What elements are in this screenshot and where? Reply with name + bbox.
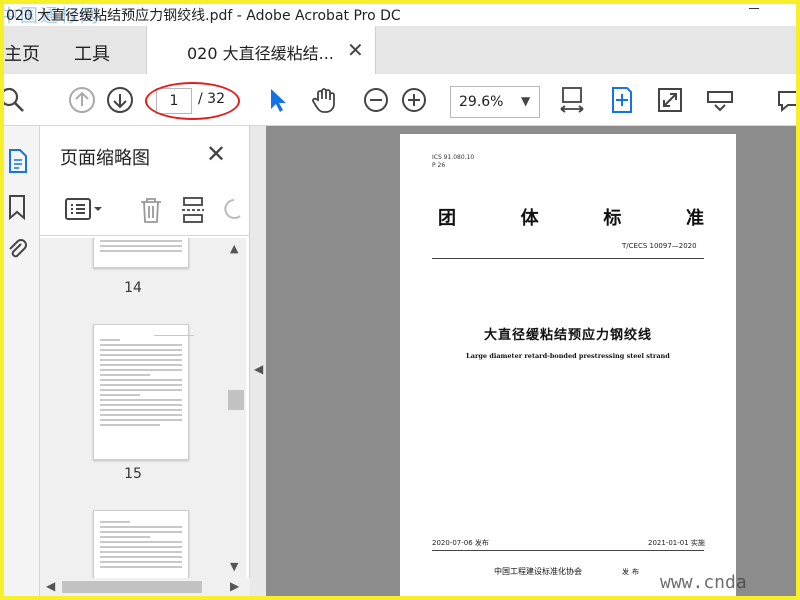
thumbnail-label: 14: [124, 280, 142, 296]
previous-page-icon[interactable]: [68, 86, 96, 114]
search-icon[interactable]: [4, 86, 26, 114]
scrollbar-thumb[interactable]: [228, 390, 244, 410]
divider: [432, 550, 704, 551]
scroll-right-icon[interactable]: ▶: [230, 579, 239, 593]
extract-page-icon[interactable]: [180, 196, 206, 224]
full-screen-icon[interactable]: [656, 86, 684, 114]
scroll-down-icon[interactable]: ▼: [230, 560, 238, 573]
chevron-down-icon: ▼: [521, 94, 531, 108]
tab-bar: 主页 工具 020 大直径缓粘结... ✕: [4, 26, 796, 74]
zoom-value: 29.6%: [459, 94, 504, 110]
fit-width-icon[interactable]: [558, 86, 586, 114]
zoom-in-icon[interactable]: [400, 86, 428, 114]
heading-char: 体: [520, 208, 539, 229]
thumbnail-label: 15: [124, 466, 142, 482]
standard-name-en: Large diameter retard-bonded prestressin…: [466, 352, 670, 360]
minimize-button[interactable]: [749, 8, 759, 9]
zoom-select[interactable]: 29.6% ▼: [450, 86, 540, 118]
tab-close-icon[interactable]: ✕: [347, 38, 364, 62]
highlight-annotation: [145, 82, 240, 120]
standard-name-cn: 大直径缓粘结预应力钢绞线: [483, 328, 652, 343]
panel-collapse-handle[interactable]: ◀: [250, 126, 266, 596]
navigation-rail: [4, 126, 40, 596]
fit-page-icon[interactable]: [608, 86, 636, 114]
page-thumbnails-icon[interactable]: [6, 148, 28, 174]
ics-line: ICS 91.080.10: [432, 154, 475, 161]
toolbar: 1 / 32 29.6% ▼: [4, 74, 796, 126]
heading-char: 准: [685, 208, 704, 229]
divider: [432, 258, 704, 259]
rotate-page-icon[interactable]: [220, 196, 246, 224]
scrollbar-thumb[interactable]: [62, 581, 202, 593]
heading-char: 标: [603, 208, 622, 229]
ics-code: ICS 91.080.10 P 26: [432, 154, 474, 170]
tab-tools[interactable]: 工具: [74, 40, 110, 66]
publish-label: 发布: [622, 568, 642, 576]
panel-title: 页面缩略图: [60, 148, 150, 169]
panel-toolbar: [40, 184, 250, 236]
scroll-left-icon[interactable]: ◀: [46, 579, 55, 593]
delete-page-icon[interactable]: [138, 196, 164, 224]
window-title: 020 大直径缓粘结预应力钢绞线.pdf - Adobe Acrobat Pro…: [6, 8, 401, 24]
zoom-out-icon[interactable]: [362, 86, 390, 114]
options-menu-icon[interactable]: [64, 196, 104, 222]
tab-document[interactable]: 020 大直径缓粘结... ✕: [146, 26, 376, 74]
standard-code: T/CECS 10097—2020: [622, 242, 697, 250]
thumbnail-vertical-scrollbar[interactable]: ▲ ▼: [226, 238, 246, 578]
tab-document-label: 020 大直径缓粘结...: [187, 44, 334, 63]
thumbnail-page-15[interactable]: [93, 324, 194, 460]
bookmark-icon[interactable]: [6, 194, 28, 220]
scroll-up-icon[interactable]: ▲: [230, 242, 238, 255]
thumbnail-page-16[interactable]: [93, 510, 189, 578]
thumbnail-list: 14 15: [40, 238, 226, 578]
heading-char: 团: [438, 208, 456, 229]
acrobat-window: 中国通标网 020 大直径缓粘结预应力钢绞线.pdf - Adobe Acrob…: [4, 4, 796, 596]
standard-heading: 团 体 标 准: [438, 204, 704, 230]
issuing-organization: 中国工程建设标准化协会: [494, 567, 582, 576]
tab-home[interactable]: 主页: [4, 40, 40, 66]
issue-date: 2020-07-06 发布: [432, 539, 489, 547]
document-view[interactable]: ICS 91.080.10 P 26 团 体 标 准 T/CECS 10097—…: [266, 126, 796, 596]
site-watermark-bottom: www.cnda: [660, 572, 747, 593]
panel-close-icon[interactable]: ✕: [206, 140, 226, 168]
thumbnail-horizontal-scrollbar[interactable]: ◀ ▶: [40, 578, 250, 596]
thumbnail-page-14[interactable]: [93, 238, 189, 268]
chevron-left-icon: ◀: [254, 362, 264, 376]
page-thumbnails-panel: 页面缩略图 ✕ 14 15 ▲ ▼ ◀ ▶: [40, 126, 250, 596]
hand-tool-icon[interactable]: [310, 86, 338, 114]
ccs-line: P 26: [432, 162, 446, 169]
pdf-page: ICS 91.080.10 P 26 团 体 标 准 T/CECS 10097—…: [400, 134, 736, 596]
select-cursor-icon[interactable]: [264, 86, 292, 114]
title-bar: 中国通标网 020 大直径缓粘结预应力钢绞线.pdf - Adobe Acrob…: [4, 4, 796, 27]
comment-icon[interactable]: [776, 86, 796, 114]
attachment-icon[interactable]: [6, 236, 28, 262]
effective-date: 2021-01-01 实施: [648, 539, 705, 547]
next-page-icon[interactable]: [106, 86, 134, 114]
read-mode-icon[interactable]: [706, 86, 734, 114]
